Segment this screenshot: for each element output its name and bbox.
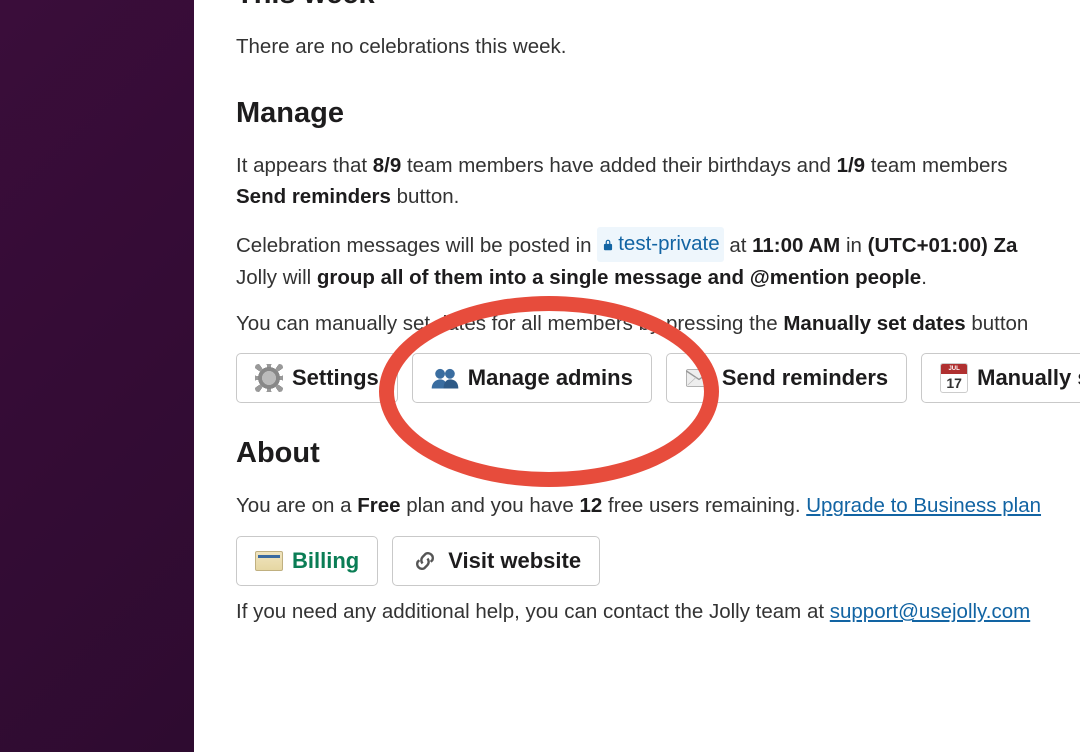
- about-heading: About: [236, 431, 1080, 476]
- billing-button[interactable]: Billing: [236, 536, 378, 586]
- gear-icon: [255, 364, 283, 392]
- visit-website-button[interactable]: Visit website: [392, 536, 600, 586]
- chain-link-icon: [411, 547, 439, 575]
- about-support-line: If you need any additional help, you can…: [236, 596, 1080, 628]
- credit-card-icon: [255, 547, 283, 575]
- settings-button[interactable]: Settings: [236, 353, 398, 403]
- send-reminders-button[interactable]: Send reminders: [666, 353, 907, 403]
- main-content: This week There are no celebrations this…: [194, 0, 1080, 752]
- about-plan-line: You are on a Free plan and you have 12 f…: [236, 490, 1080, 522]
- manage-manual-line: You can manually set dates for all membe…: [236, 308, 1080, 340]
- support-email-link[interactable]: support@usejolly.com: [830, 600, 1030, 623]
- manage-heading: Manage: [236, 91, 1080, 136]
- about-buttons-row: Billing Visit website: [236, 536, 1080, 586]
- sidebar: [0, 0, 194, 752]
- manage-admins-button[interactable]: Manage admins: [412, 353, 652, 403]
- upgrade-link[interactable]: Upgrade to Business plan: [806, 494, 1041, 517]
- calendar-icon: JUL 17: [940, 364, 968, 392]
- manage-buttons-row: Settings Manage admins Send reminders JU…: [236, 353, 1080, 403]
- thisweek-empty: There are no celebrations this week.: [236, 31, 1080, 63]
- thisweek-heading: This week: [236, 0, 1080, 17]
- people-icon: [431, 364, 459, 392]
- manage-birthdays-line: It appears that 8/9 team members have ad…: [236, 150, 1080, 214]
- channel-link[interactable]: test-private: [597, 227, 723, 262]
- lock-icon: [601, 238, 615, 252]
- manually-set-dates-button[interactable]: JUL 17 Manually set dates: [921, 353, 1080, 403]
- envelope-icon: [685, 364, 713, 392]
- manage-channel-line: Celebration messages will be posted in t…: [236, 227, 1080, 294]
